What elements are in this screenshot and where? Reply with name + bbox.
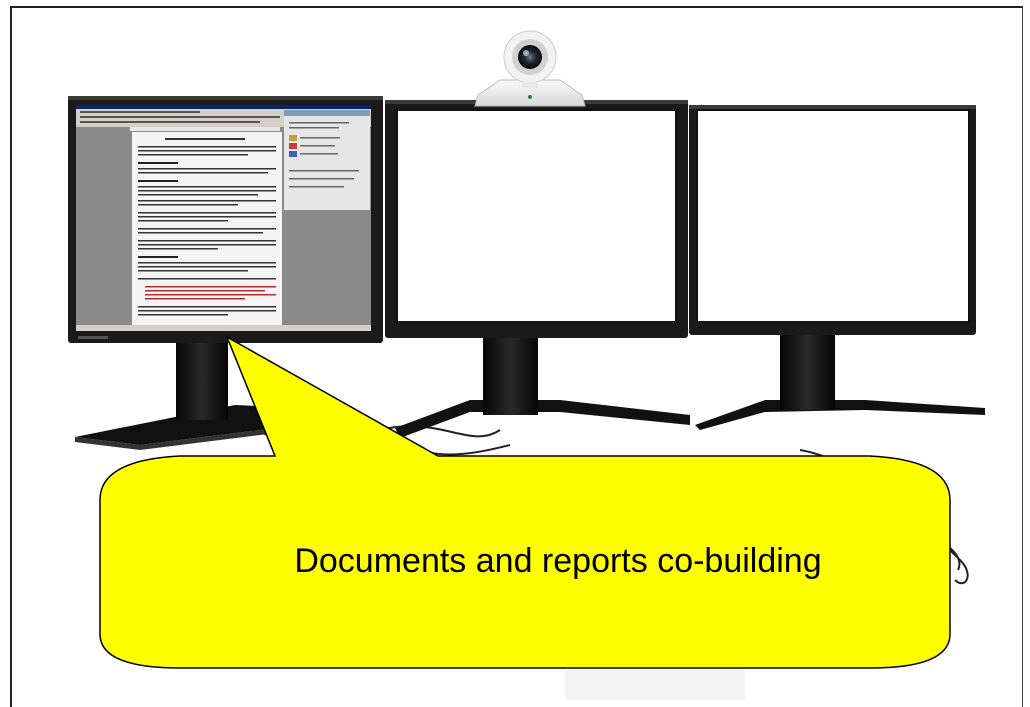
left-stand-neck: [176, 330, 228, 420]
word-processor-screen: [76, 105, 371, 331]
right-screen: [696, 109, 970, 323]
blank-monitor-right: [689, 105, 985, 430]
blank-monitor-center: [385, 100, 690, 438]
right-stand-base: [695, 400, 985, 430]
reflection: [565, 670, 745, 700]
slide: Documents and reports co-building: [0, 0, 1030, 707]
monitor-setup-illustration: Documents and reports co-building: [68, 30, 985, 700]
callout-text: Documents and reports co-building: [294, 542, 821, 580]
webcam-icon: [474, 30, 586, 107]
center-screen: [396, 109, 677, 323]
center-stand-neck: [483, 330, 538, 415]
document-monitor: [68, 96, 383, 450]
right-stand-neck: [780, 325, 835, 410]
task-pane: [284, 110, 370, 210]
center-stand-base: [395, 400, 690, 438]
